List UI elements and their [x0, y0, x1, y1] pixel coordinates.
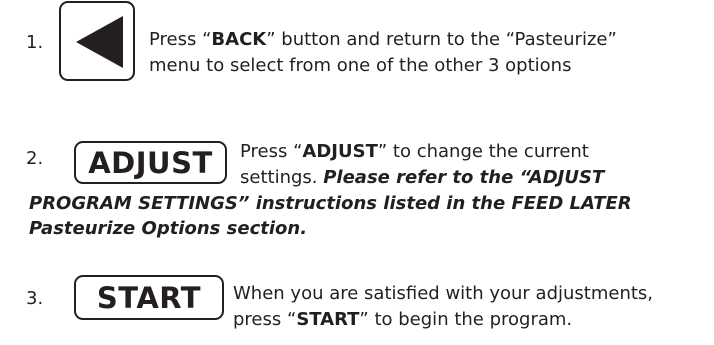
step-2-line-4: Pasteurize Options section.: [29, 218, 308, 239]
step-2-line-2: settings. Please refer to the “ADJUST: [240, 167, 605, 188]
start-button-label: START: [96, 280, 202, 315]
back-triangle-icon: [73, 15, 125, 69]
step-number: 3.: [26, 288, 44, 309]
adjust-button-label: ADJUST: [88, 145, 213, 180]
step-1-line-2: menu to select from one of the other 3 o…: [149, 55, 572, 76]
step-3-line-2: press “START” to begin the program.: [233, 309, 573, 330]
adjust-button[interactable]: ADJUST: [74, 141, 227, 184]
step-3-line-1: When you are satisfied with your adjustm…: [233, 283, 654, 304]
step-number: 1.: [26, 32, 44, 53]
back-button[interactable]: [59, 1, 135, 81]
step-1-line-1: Press “BACK” button and return to the “P…: [149, 29, 617, 50]
step-number: 2.: [26, 148, 44, 169]
step-2-line-1: Press “ADJUST” to change the current: [240, 141, 589, 162]
step-2-line-3: PROGRAM SETTINGS” instructions listed in…: [29, 193, 632, 214]
start-button[interactable]: START: [74, 275, 224, 320]
